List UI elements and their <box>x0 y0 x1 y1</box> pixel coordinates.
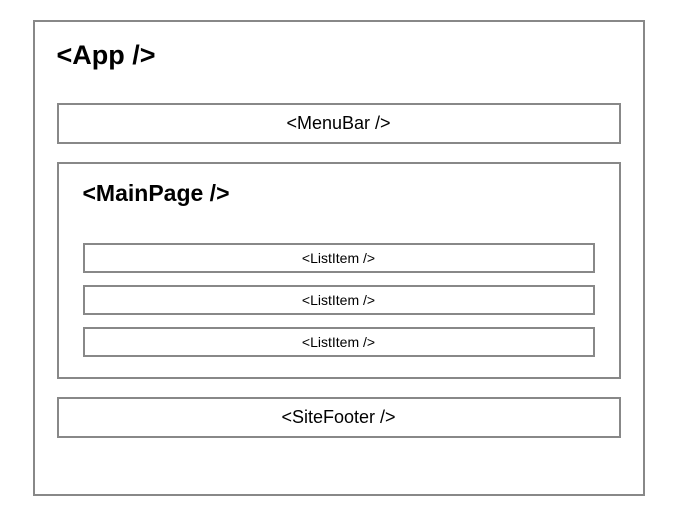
menubar-label: <MenuBar /> <box>286 113 390 133</box>
listitem-label: <ListItem /> <box>302 292 375 308</box>
listitem-label: <ListItem /> <box>302 334 375 350</box>
app-container: <App /> <MenuBar /> <MainPage /> <ListIt… <box>33 20 645 496</box>
list-item: <ListItem /> <box>83 243 595 273</box>
sitefooter-label: <SiteFooter /> <box>281 407 395 427</box>
listitem-label: <ListItem /> <box>302 250 375 266</box>
mainpage-container: <MainPage /> <ListItem /> <ListItem /> <… <box>57 162 621 379</box>
app-title: <App /> <box>57 34 621 91</box>
list-item: <ListItem /> <box>83 285 595 315</box>
mainpage-title: <MainPage /> <box>83 174 595 231</box>
list-item: <ListItem /> <box>83 327 595 357</box>
menubar-box: <MenuBar /> <box>57 103 621 144</box>
sitefooter-box: <SiteFooter /> <box>57 397 621 438</box>
